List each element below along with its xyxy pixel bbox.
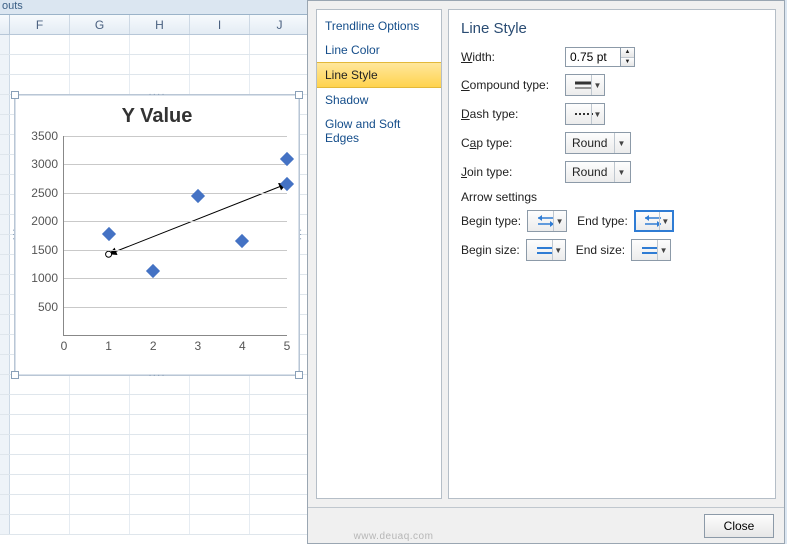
arrow-settings-label: Arrow settings <box>461 190 763 204</box>
column-headers-row: F G H I J <box>0 15 310 35</box>
y-tick-label: 1500 <box>24 243 64 257</box>
y-tick-label: 500 <box>24 300 64 314</box>
join-type-value: Round <box>572 165 607 179</box>
trendline[interactable] <box>64 136 287 335</box>
gridline <box>64 307 287 308</box>
gridline <box>64 136 287 137</box>
chevron-down-icon: ▼ <box>657 240 669 260</box>
begin-size-label: Begin size: <box>461 243 520 257</box>
width-label: Width: <box>461 50 565 64</box>
begin-type-label: Begin type: <box>461 214 521 228</box>
resize-handle-icon[interactable]: ···· <box>148 89 165 100</box>
chart-title[interactable]: Y Value <box>15 95 299 132</box>
compound-type-dropdown[interactable]: ▼ <box>565 74 605 96</box>
chevron-down-icon: ▼ <box>614 133 628 153</box>
nav-item[interactable]: Shadow <box>317 88 441 112</box>
dialog-footer: Close <box>308 507 784 543</box>
resize-handle-icon[interactable]: ···· <box>148 370 165 381</box>
column-header[interactable]: F <box>10 15 70 34</box>
chevron-down-icon: ▼ <box>614 162 628 182</box>
gridline <box>64 193 287 194</box>
width-input[interactable] <box>565 47 621 67</box>
compound-type-label: Compound type: <box>461 78 565 92</box>
chevron-down-icon: ▼ <box>552 240 564 260</box>
x-tick-label: 0 <box>61 335 68 353</box>
width-spinner[interactable]: ▲▼ <box>620 47 635 67</box>
resize-handle-icon[interactable] <box>11 91 19 99</box>
x-tick-label: 5 <box>284 335 291 353</box>
line-style-panel: Line Style Width: ▲▼ Compound type: ▼ Da… <box>448 9 776 499</box>
nav-item[interactable]: Line Style <box>317 62 441 88</box>
column-header[interactable]: G <box>70 15 130 34</box>
y-tick-label: 2000 <box>24 214 64 228</box>
resize-handle-icon[interactable]: ··· <box>8 229 19 242</box>
cap-type-dropdown[interactable]: Round ▼ <box>565 132 631 154</box>
y-tick-label: 3500 <box>24 129 64 143</box>
format-trendline-dialog: Trendline OptionsLine ColorLine StyleSha… <box>307 0 785 544</box>
nav-item[interactable]: Trendline Options <box>317 14 441 38</box>
chevron-down-icon: ▼ <box>591 104 603 124</box>
resize-handle-icon[interactable] <box>295 91 303 99</box>
nav-item[interactable]: Line Color <box>317 38 441 62</box>
chevron-down-icon: ▼ <box>591 75 603 95</box>
dash-type-dropdown[interactable]: ▼ <box>565 103 605 125</box>
end-type-dropdown[interactable]: ▼ <box>634 210 674 232</box>
x-tick-label: 3 <box>194 335 201 353</box>
gridline <box>64 164 287 165</box>
embedded-chart[interactable]: ···· ···· ··· ··· Y Value 50010001500200… <box>14 94 300 376</box>
join-type-label: Join type: <box>461 165 565 179</box>
close-button[interactable]: Close <box>704 514 774 538</box>
cap-type-label: Cap type: <box>461 136 565 150</box>
plot-area[interactable]: 500100015002000250030003500012345 <box>63 136 287 336</box>
column-header[interactable]: H <box>130 15 190 34</box>
end-size-dropdown[interactable]: ▼ <box>631 239 671 261</box>
join-type-dropdown[interactable]: Round ▼ <box>565 161 631 183</box>
dialog-nav-list: Trendline OptionsLine ColorLine StyleSha… <box>316 9 442 499</box>
resize-handle-icon[interactable] <box>11 371 19 379</box>
x-tick-label: 2 <box>150 335 157 353</box>
y-tick-label: 1000 <box>24 271 64 285</box>
gridline <box>64 250 287 251</box>
resize-handle-icon[interactable] <box>295 371 303 379</box>
ribbon-group-fragment: outs <box>0 0 310 12</box>
gridline <box>64 221 287 222</box>
chevron-down-icon: ▼ <box>659 212 671 230</box>
nav-item[interactable]: Glow and Soft Edges <box>317 112 441 150</box>
spin-up-icon[interactable]: ▲ <box>621 48 634 58</box>
x-tick-label: 1 <box>105 335 112 353</box>
dash-type-label: Dash type: <box>461 107 565 121</box>
x-tick-label: 4 <box>239 335 246 353</box>
y-tick-label: 2500 <box>24 186 64 200</box>
ribbon-group-label: outs <box>2 0 23 12</box>
select-all-corner[interactable] <box>0 15 10 34</box>
panel-heading: Line Style <box>461 20 763 37</box>
begin-type-dropdown[interactable]: ▼ <box>527 210 567 232</box>
column-header[interactable]: J <box>250 15 310 34</box>
gridline <box>64 278 287 279</box>
column-header[interactable]: I <box>190 15 250 34</box>
spin-down-icon[interactable]: ▼ <box>621 58 634 67</box>
chevron-down-icon: ▼ <box>553 211 565 231</box>
begin-size-dropdown[interactable]: ▼ <box>526 239 566 261</box>
y-tick-label: 3000 <box>24 157 64 171</box>
cap-type-value: Round <box>572 136 607 150</box>
end-size-label: End size: <box>576 243 625 257</box>
resize-handle-icon[interactable]: ··· <box>295 229 306 242</box>
end-type-label: End type: <box>577 214 628 228</box>
